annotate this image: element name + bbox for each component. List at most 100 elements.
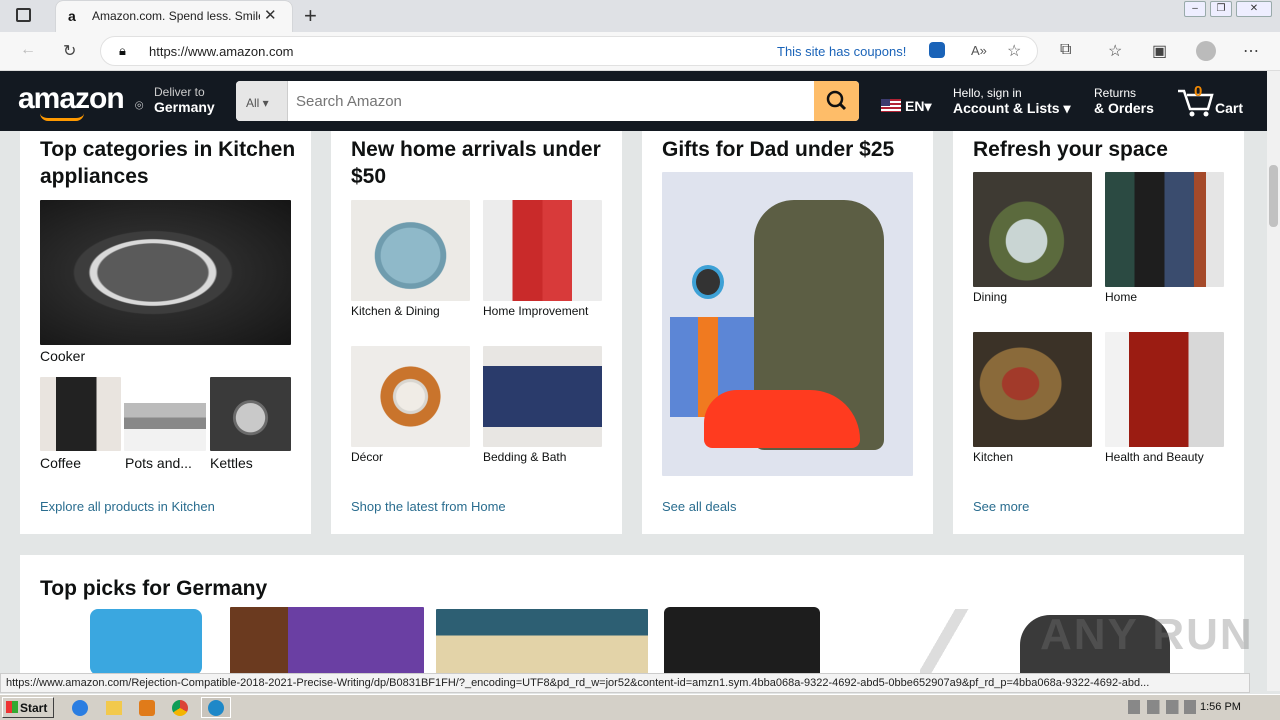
browser-tab[interactable]: a Amazon.com. Spend less. Smile more. ✕ <box>56 1 292 32</box>
us-flag-icon[interactable] <box>881 99 901 112</box>
dining-label[interactable]: Dining <box>973 290 1007 304</box>
decor-label[interactable]: Décor <box>351 450 383 464</box>
amazon-favicon-icon: a <box>68 8 76 24</box>
browser-tab-strip: a Amazon.com. Spend less. Smile more. ✕ … <box>0 0 1280 32</box>
kettles-image[interactable] <box>210 377 291 451</box>
sign-in-greeting[interactable]: Hello, sign in <box>953 86 1022 100</box>
pots-image[interactable] <box>124 377 206 451</box>
location-pin-icon[interactable]: ⌾ <box>135 97 143 114</box>
browser-toolbar: ← ↻ 🔒︎ https://www.amazon.com This site … <box>0 32 1280 71</box>
restore-window-button[interactable]: ❐ <box>1210 1 1232 17</box>
edge-logo-icon <box>208 700 224 716</box>
search-button[interactable] <box>814 81 859 121</box>
card-home-arrivals: New home arrivals under $50 Kitchen & Di… <box>331 131 622 534</box>
start-label: Start <box>20 701 48 715</box>
new-tab-icon[interactable]: + <box>304 3 317 29</box>
health-beauty-label[interactable]: Health and Beauty <box>1105 450 1204 464</box>
collections-icon[interactable]: ▣ <box>1152 41 1167 61</box>
product-thumbnail[interactable] <box>664 607 820 675</box>
refresh-icon[interactable]: ↻ <box>63 41 76 61</box>
search-category-dropdown[interactable]: All ▾ <box>236 81 288 121</box>
tab-actions-icon[interactable] <box>16 8 31 22</box>
gifts-image[interactable] <box>662 172 913 476</box>
extensions-icon[interactable]: ⧉ <box>1060 41 1071 59</box>
home-improvement-label[interactable]: Home Improvement <box>483 304 588 318</box>
scrollbar-thumb[interactable] <box>1269 165 1278 227</box>
dining-image[interactable] <box>973 172 1092 287</box>
card-title: Gifts for Dad under $25 <box>662 138 895 161</box>
profile-avatar[interactable] <box>1196 41 1216 61</box>
account-lists-label: Account & Lists <box>953 100 1060 116</box>
page-scrollbar[interactable] <box>1267 71 1280 691</box>
card-link[interactable]: See all deals <box>662 499 736 514</box>
search-input[interactable] <box>288 81 814 121</box>
decor-image[interactable] <box>351 346 470 447</box>
cooker-label[interactable]: Cooker <box>40 348 85 364</box>
card-title: Refresh your space <box>973 138 1168 161</box>
edge-icon[interactable] <box>201 697 231 718</box>
minimize-window-button[interactable]: – <box>1184 1 1206 17</box>
watch-shape <box>692 265 724 299</box>
status-url-bar: https://www.amazon.com/Rejection-Compati… <box>0 673 1250 693</box>
url-text[interactable]: https://www.amazon.com <box>149 44 294 59</box>
home-image[interactable] <box>1105 172 1224 287</box>
ie-icon[interactable] <box>72 700 88 716</box>
home-improvement-image[interactable] <box>483 200 602 301</box>
watermark-text: ANY RUN <box>1040 610 1254 659</box>
favorites-icon[interactable]: ☆ <box>1108 41 1122 61</box>
media-player-icon[interactable] <box>139 700 155 716</box>
close-tab-icon[interactable]: ✕ <box>264 6 277 24</box>
health-beauty-image[interactable] <box>1105 332 1224 447</box>
sneaker-shape <box>704 390 860 448</box>
lock-icon[interactable]: 🔒︎ <box>119 43 126 59</box>
card-link[interactable]: Explore all products in Kitchen <box>40 499 215 514</box>
tray-icons[interactable] <box>1128 700 1196 714</box>
card-gifts-dad: Gifts for Dad under $25 See all deals <box>642 131 933 534</box>
amazon-smile-icon <box>40 113 84 121</box>
read-aloud-icon[interactable]: A» <box>971 43 987 58</box>
card-link[interactable]: Shop the latest from Home <box>351 499 506 514</box>
language-code: EN <box>905 98 925 114</box>
product-thumbnail[interactable] <box>436 609 648 675</box>
pots-label[interactable]: Pots and... <box>125 455 192 471</box>
search-bar: All ▾ <box>236 81 859 121</box>
amazon-logo[interactable]: amazon <box>18 82 125 116</box>
bedding-bath-image[interactable] <box>483 346 602 447</box>
amazon-header: amazon ⌾ Deliver to Germany All ▾ EN▾ He… <box>0 71 1267 131</box>
tab-title: Amazon.com. Spend less. Smile more. <box>92 9 260 23</box>
language-selector[interactable]: EN▾ <box>905 98 931 115</box>
kettles-label[interactable]: Kettles <box>210 455 253 471</box>
kitchen-dining-image[interactable] <box>351 200 470 301</box>
cart-count[interactable]: 0 <box>1194 83 1202 100</box>
explorer-icon[interactable] <box>106 701 122 715</box>
product-thumbnail[interactable] <box>90 609 202 675</box>
card-refresh-space: Refresh your space Dining Home Kitchen H… <box>953 131 1244 534</box>
deliver-to-label[interactable]: Deliver to <box>154 85 205 99</box>
kitchen-image[interactable] <box>973 332 1092 447</box>
returns-label[interactable]: Returns <box>1094 86 1136 100</box>
product-thumbnail[interactable] <box>230 607 424 675</box>
back-icon[interactable]: ← <box>20 41 36 59</box>
section-title: Top picks for Germany <box>40 577 268 600</box>
kitchen-label[interactable]: Kitchen <box>973 450 1013 464</box>
cooker-image[interactable] <box>40 200 291 345</box>
home-label[interactable]: Home <box>1105 290 1137 304</box>
product-thumbnail[interactable] <box>920 609 970 675</box>
card-title: Top categories in Kitchen appliances <box>40 138 296 188</box>
coupons-notice[interactable]: This site has coupons! <box>777 44 906 59</box>
address-bar[interactable]: 🔒︎ https://www.amazon.com This site has … <box>100 36 1038 66</box>
account-lists-menu[interactable]: Account & Lists ▾ <box>953 100 1071 117</box>
coffee-image[interactable] <box>40 377 121 451</box>
more-menu-icon[interactable]: ⋯ <box>1243 41 1259 61</box>
card-link[interactable]: See more <box>973 499 1029 514</box>
cart-label[interactable]: Cart <box>1215 100 1243 116</box>
chrome-icon[interactable] <box>172 700 188 716</box>
coupon-extension-icon[interactable] <box>929 42 945 58</box>
kitchen-dining-label[interactable]: Kitchen & Dining <box>351 304 440 318</box>
deliver-country[interactable]: Germany <box>154 99 215 115</box>
orders-label[interactable]: & Orders <box>1094 100 1154 116</box>
add-favorite-icon[interactable]: ☆ <box>1007 41 1021 61</box>
coffee-label[interactable]: Coffee <box>40 455 81 471</box>
bedding-bath-label[interactable]: Bedding & Bath <box>483 450 566 464</box>
close-window-button[interactable]: ✕ <box>1236 1 1272 17</box>
